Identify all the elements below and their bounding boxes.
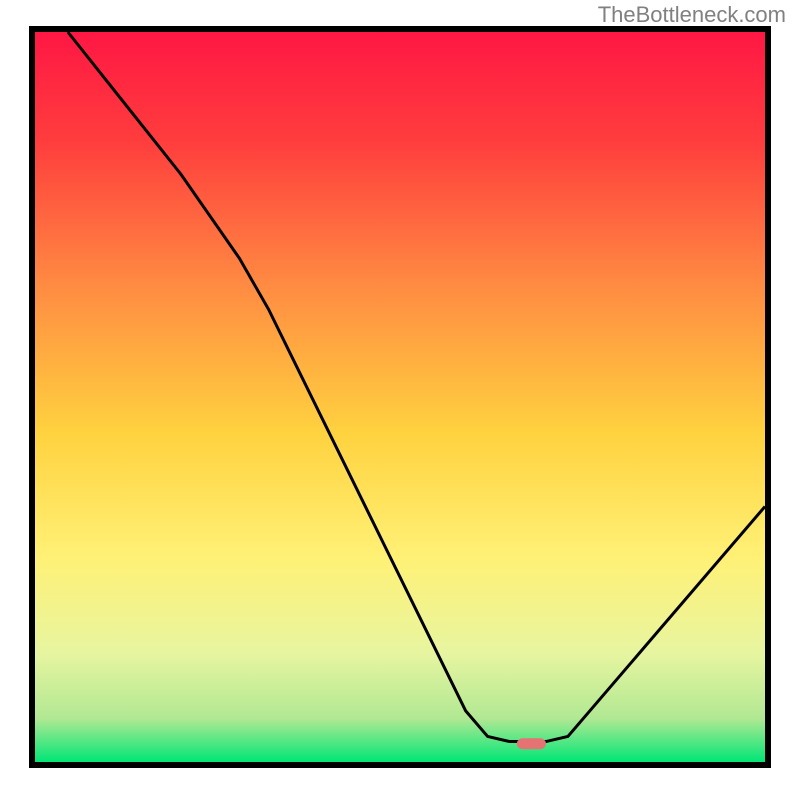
border-right xyxy=(765,26,771,768)
border-bottom xyxy=(29,762,771,768)
watermark-text: TheBottleneck.com xyxy=(598,2,786,28)
optimal-marker xyxy=(517,738,546,749)
plot-background xyxy=(35,32,765,762)
border-left xyxy=(29,26,35,768)
chart-svg xyxy=(0,0,800,800)
chart-container: TheBottleneck.com xyxy=(0,0,800,800)
